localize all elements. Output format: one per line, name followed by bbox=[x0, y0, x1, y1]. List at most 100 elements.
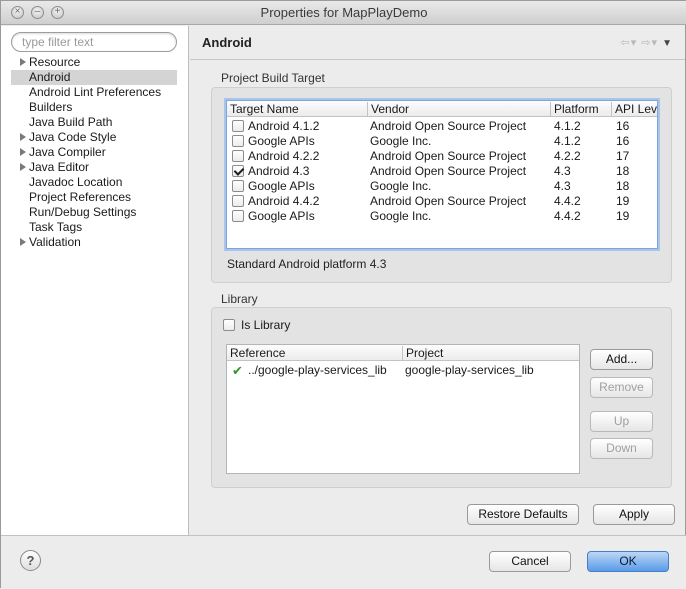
table-row[interactable]: Android 4.3 Android Open Source Project 4.… bbox=[227, 164, 657, 179]
tree-item-validation[interactable]: Validation bbox=[11, 235, 177, 250]
column-header-project[interactable]: Project bbox=[403, 346, 579, 360]
tree-item-run-debug-settings[interactable]: Run/Debug Settings bbox=[11, 205, 177, 220]
expand-arrow-icon[interactable] bbox=[20, 148, 26, 156]
tree-item-javadoc-location[interactable]: Javadoc Location bbox=[11, 175, 177, 190]
api-level-cell: 18 bbox=[616, 179, 630, 193]
tree-item-label: Android bbox=[29, 70, 71, 84]
tree-item-label: Validation bbox=[29, 235, 81, 249]
tree-item-java-editor[interactable]: Java Editor bbox=[11, 160, 177, 175]
back-icon[interactable]: ⇦ bbox=[620, 37, 630, 49]
api-level-cell: 19 bbox=[616, 209, 630, 223]
column-header-api-level[interactable]: API Lev bbox=[612, 102, 658, 116]
tree-item-java-code-style[interactable]: Java Code Style bbox=[11, 130, 177, 145]
tree-item-label: Project References bbox=[29, 190, 132, 204]
platform-cell: 4.3 bbox=[554, 179, 571, 193]
help-icon: ? bbox=[26, 553, 35, 568]
forward-dropdown-icon[interactable]: ▾ bbox=[652, 37, 659, 49]
library-group: Is Library Reference Project ✔ ../google… bbox=[211, 307, 672, 488]
is-library-checkbox-row[interactable]: Is Library bbox=[223, 319, 313, 333]
tree-item-project-references[interactable]: Project References bbox=[11, 190, 177, 205]
target-name-cell: Android 4.3 bbox=[248, 164, 310, 178]
api-level-cell: 17 bbox=[616, 149, 630, 163]
tree-item-android[interactable]: Android bbox=[11, 70, 177, 85]
column-header-target-name[interactable]: Target Name bbox=[227, 102, 368, 116]
vendor-cell: Android Open Source Project bbox=[370, 194, 527, 208]
sidebar: Resource Android Android Lint Preference… bbox=[1, 26, 189, 535]
tree-item-label: Java Editor bbox=[29, 160, 90, 174]
target-checkbox[interactable] bbox=[232, 195, 244, 207]
vendor-cell: Google Inc. bbox=[370, 209, 432, 223]
expand-arrow-icon[interactable] bbox=[20, 163, 26, 171]
restore-defaults-button[interactable]: Restore Defaults bbox=[467, 504, 579, 525]
remove-library-button[interactable]: Remove bbox=[590, 377, 653, 398]
column-header-platform[interactable]: Platform bbox=[551, 102, 612, 116]
target-name-cell: Google APIs bbox=[248, 209, 315, 223]
tree-item-label: Java Code Style bbox=[29, 130, 117, 144]
add-library-button[interactable]: Add... bbox=[590, 349, 653, 370]
tree-item-label: Java Compiler bbox=[29, 145, 106, 159]
tree-item-task-tags[interactable]: Task Tags bbox=[11, 220, 177, 235]
target-checkbox[interactable] bbox=[232, 120, 244, 132]
filter-input[interactable] bbox=[11, 32, 177, 52]
help-button[interactable]: ? bbox=[20, 550, 41, 571]
column-header-vendor[interactable]: Vendor bbox=[368, 102, 551, 116]
platform-cell: 4.2.2 bbox=[554, 149, 581, 163]
tree-item-label: Resource bbox=[29, 55, 81, 69]
tree-item-label: Android Lint Preferences bbox=[29, 85, 162, 99]
library-reference-table[interactable]: Reference Project ✔ ../google-play-servi… bbox=[226, 344, 580, 474]
move-up-button[interactable]: Up bbox=[590, 411, 653, 432]
property-page: Android ⇦▾ ⇨▾ ▼ Project Build Target Tar… bbox=[190, 26, 685, 535]
api-level-cell: 16 bbox=[616, 134, 630, 148]
is-library-checkbox[interactable] bbox=[223, 319, 235, 331]
view-menu-icon[interactable]: ▼ bbox=[662, 38, 673, 49]
tree-item-java-compiler[interactable]: Java Compiler bbox=[11, 145, 177, 160]
expand-arrow-icon[interactable] bbox=[20, 58, 26, 66]
platform-cell: 4.4.2 bbox=[554, 209, 581, 223]
target-name-cell: Google APIs bbox=[248, 179, 315, 193]
target-checkbox[interactable] bbox=[232, 135, 244, 147]
move-down-button[interactable]: Down bbox=[590, 438, 653, 459]
table-row[interactable]: Google APIs Google Inc. 4.4.2 19 bbox=[227, 209, 657, 224]
window-title: Properties for MapPlayDemo bbox=[260, 5, 428, 20]
platform-cell: 4.4.2 bbox=[554, 194, 581, 208]
tree-item-label: Run/Debug Settings bbox=[29, 205, 137, 219]
table-header: Target Name Vendor Platform API Lev bbox=[227, 101, 657, 117]
page-title: Android bbox=[202, 35, 252, 50]
tree-item-label: Java Build Path bbox=[29, 115, 113, 129]
tree-item-java-build-path[interactable]: Java Build Path bbox=[11, 115, 177, 130]
table-row[interactable]: Android 4.2.2 Android Open Source Project… bbox=[227, 149, 657, 164]
apply-button[interactable]: Apply bbox=[593, 504, 675, 525]
table-row[interactable]: Google APIs Google Inc. 4.1.2 16 bbox=[227, 134, 657, 149]
expand-arrow-icon[interactable] bbox=[20, 133, 26, 141]
table-header: Reference Project bbox=[227, 345, 579, 361]
vendor-cell: Android Open Source Project bbox=[370, 149, 527, 163]
forward-icon[interactable]: ⇨ bbox=[641, 37, 651, 49]
target-checkbox[interactable] bbox=[232, 165, 244, 177]
table-row[interactable]: Google APIs Google Inc. 4.3 18 bbox=[227, 179, 657, 194]
title-bar[interactable]: × – + Properties for MapPlayDemo bbox=[1, 1, 686, 25]
vendor-cell: Google Inc. bbox=[370, 179, 432, 193]
ok-button[interactable]: OK bbox=[587, 551, 669, 572]
target-name-cell: Android 4.1.2 bbox=[248, 119, 320, 133]
platform-cell: 4.1.2 bbox=[554, 119, 581, 133]
is-library-label: Is Library bbox=[241, 318, 291, 332]
cancel-button[interactable]: Cancel bbox=[489, 551, 571, 572]
column-header-reference[interactable]: Reference bbox=[227, 346, 403, 360]
back-dropdown-icon[interactable]: ▾ bbox=[631, 37, 638, 49]
api-level-cell: 19 bbox=[616, 194, 630, 208]
page-nav: ⇦▾ ⇨▾ ▼ bbox=[620, 36, 673, 49]
table-row[interactable]: Android 4.1.2 Android Open Source Project… bbox=[227, 119, 657, 134]
tree-item-resource[interactable]: Resource bbox=[11, 55, 177, 70]
api-level-cell: 16 bbox=[616, 119, 630, 133]
reference-cell: ../google-play-services_lib bbox=[248, 363, 387, 377]
table-row[interactable]: Android 4.4.2 Android Open Source Project… bbox=[227, 194, 657, 209]
tree-item-builders[interactable]: Builders bbox=[11, 100, 177, 115]
tree-item-android-lint-preferences[interactable]: Android Lint Preferences bbox=[11, 85, 177, 100]
target-checkbox[interactable] bbox=[232, 210, 244, 222]
expand-arrow-icon[interactable] bbox=[20, 238, 26, 246]
property-tree: Resource Android Android Lint Preference… bbox=[11, 55, 177, 250]
build-target-table[interactable]: Target Name Vendor Platform API Lev Andr… bbox=[226, 100, 658, 249]
table-row[interactable]: ✔ ../google-play-services_lib google-pla… bbox=[227, 363, 579, 378]
target-checkbox[interactable] bbox=[232, 180, 244, 192]
target-checkbox[interactable] bbox=[232, 150, 244, 162]
